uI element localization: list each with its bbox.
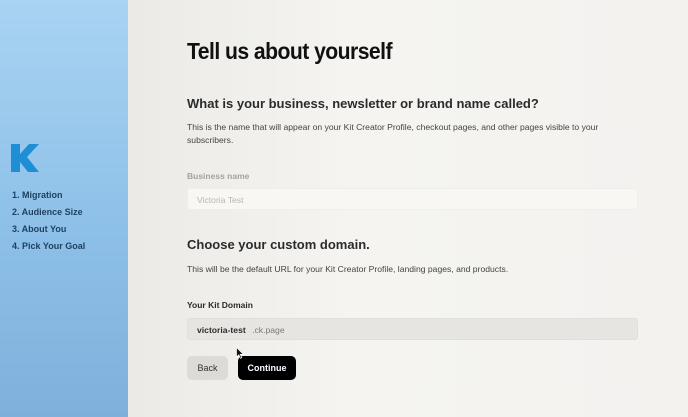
kit-domain-value: victoria-test xyxy=(197,325,246,335)
business-name-heading: What is your business, newsletter or bra… xyxy=(187,96,539,111)
custom-domain-description: This will be the default URL for your Ki… xyxy=(187,264,509,274)
page-title: Tell us about yourself xyxy=(187,38,393,64)
onboarding-steps: 1. Migration 2. Audience Size 3. About Y… xyxy=(12,187,85,255)
business-name-description: This is the name that will appear on you… xyxy=(187,122,599,145)
kit-domain-label: Your Kit Domain xyxy=(187,300,253,310)
back-button[interactable]: Back xyxy=(187,356,228,380)
custom-domain-heading: Choose your custom domain. xyxy=(187,237,370,252)
business-name-label: Business name xyxy=(187,171,250,181)
main-panel: Tell us about yourself What is your busi… xyxy=(128,0,688,417)
step-migration[interactable]: 1. Migration xyxy=(12,187,85,204)
sidebar: 1. Migration 2. Audience Size 3. About Y… xyxy=(0,0,128,417)
mouse-cursor-icon xyxy=(236,347,244,359)
business-name-input[interactable]: Victoria Test xyxy=(187,188,638,210)
kit-domain-input[interactable]: victoria-test .ck.page xyxy=(187,318,638,340)
kit-logo-icon xyxy=(11,144,39,172)
kit-domain-suffix: .ck.page xyxy=(252,325,285,335)
step-audience-size[interactable]: 2. Audience Size xyxy=(12,204,85,221)
continue-button[interactable]: Continue xyxy=(238,356,296,380)
step-pick-your-goal[interactable]: 4. Pick Your Goal xyxy=(12,238,85,255)
step-about-you[interactable]: 3. About You xyxy=(12,221,85,238)
